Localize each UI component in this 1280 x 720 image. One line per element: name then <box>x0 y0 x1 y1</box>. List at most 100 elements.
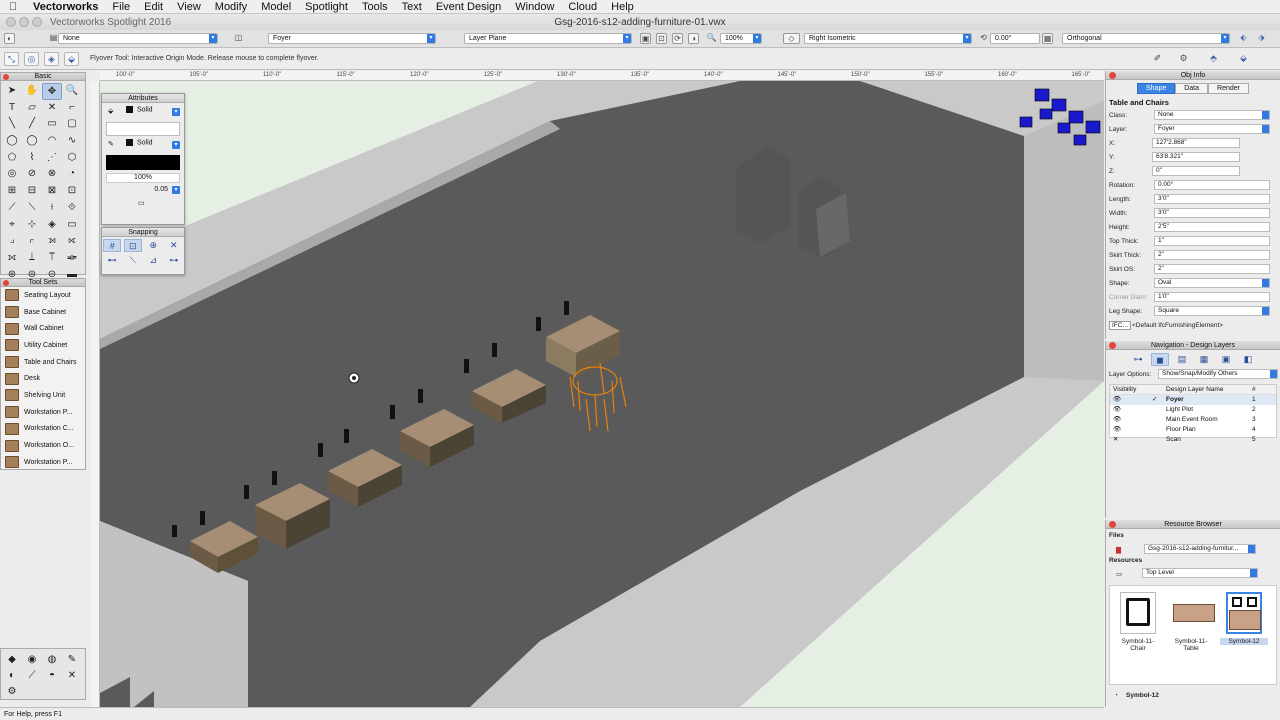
bottom-tool-icon[interactable]: ◓ <box>42 668 62 684</box>
basic-tool-icon[interactable]: ⟖ <box>62 233 82 250</box>
layer-row[interactable]: ✕ Scan 5 <box>1110 435 1276 445</box>
snap-object-icon[interactable]: ⊡ <box>123 239 142 252</box>
basic-tool-icon[interactable]: 🔍 <box>62 83 82 100</box>
bottom-tool-icon[interactable]: ⚙ <box>2 684 22 700</box>
basic-tool-icon[interactable]: ⟍ <box>22 200 42 217</box>
folder-icon[interactable]: ▭ <box>1116 570 1122 578</box>
snap-working-plane-icon[interactable]: ⊶ <box>165 254 183 267</box>
zoom-icon[interactable]: 🔍 <box>706 33 717 44</box>
snap-distance-icon[interactable]: ⊷ <box>103 254 121 267</box>
bottom-tool-icon[interactable]: ◉ <box>22 652 42 668</box>
visibility-eye-icon[interactable]: 👁 <box>1113 395 1121 405</box>
chevron-down-icon[interactable]: ▾ <box>172 108 180 116</box>
basic-tool-icon[interactable]: T <box>2 100 22 117</box>
tab-shape[interactable]: Shape <box>1136 83 1176 94</box>
drawing-canvas[interactable] <box>100 81 1104 707</box>
bottom-tool-icon[interactable]: ◍ <box>42 652 62 668</box>
ifc-button[interactable]: IFC... <box>1109 321 1131 330</box>
layer-row[interactable]: 👁 Main Event Room 3 <box>1110 415 1276 425</box>
layers-icon[interactable]: ⬖ <box>1238 33 1249 44</box>
bottom-tool-icon[interactable]: ✎ <box>62 652 82 668</box>
obj-info-value-field[interactable]: Oval <box>1154 278 1270 288</box>
basic-tool-icon[interactable]: ⌐ <box>62 100 82 117</box>
class-select[interactable]: None ▾ <box>58 33 218 44</box>
tool-set-item[interactable]: Workstation P... <box>1 454 85 471</box>
obj-info-value-field[interactable]: 63'8.321" <box>1152 152 1240 162</box>
basic-tool-icon[interactable]: ⬡ <box>62 150 82 167</box>
obj-info-value-field[interactable]: Foyer <box>1154 124 1270 134</box>
obj-info-value-field[interactable]: 2" <box>1154 250 1270 260</box>
menu-view[interactable]: View <box>170 1 208 13</box>
basic-tool-icon[interactable]: ◠ <box>42 133 62 150</box>
obj-info-value-field[interactable]: Square <box>1154 306 1270 316</box>
basic-tool-icon[interactable]: ⋰ <box>42 150 62 167</box>
basic-tool-icon[interactable]: ⟕ <box>42 233 62 250</box>
projection-select[interactable]: Orthogonal ▾ <box>1062 33 1230 44</box>
menu-model[interactable]: Model <box>254 1 298 13</box>
projection-icon[interactable]: ▦ <box>1042 33 1053 44</box>
menu-file[interactable]: File <box>105 1 137 13</box>
basic-tool-icon[interactable]: ◯ <box>2 133 22 150</box>
basic-tool-icon[interactable]: ⟚ <box>62 250 82 267</box>
basic-tool-icon[interactable]: ⟓ <box>2 233 22 250</box>
opacity-field[interactable]: 100% <box>106 173 180 183</box>
basic-tool-icon[interactable]: ⊘ <box>22 166 42 183</box>
obj-info-value-field[interactable]: 3'0" <box>1154 208 1270 218</box>
eyedropper-icon[interactable]: ✐ <box>1150 52 1165 66</box>
tool-set-item[interactable]: Workstation C... <box>1 421 85 438</box>
snap-grid-icon[interactable]: # <box>103 239 122 252</box>
view-select[interactable]: Right Isometric ▾ <box>804 33 972 44</box>
plane-select[interactable]: Layer Plane ▾ <box>464 33 632 44</box>
basic-tool-icon[interactable]: ▢ <box>62 116 82 133</box>
close-icon[interactable] <box>1109 521 1116 528</box>
folder-select[interactable]: Top Level <box>1142 568 1258 578</box>
basic-tool-icon[interactable]: ▭ <box>42 116 62 133</box>
basic-tool-icon[interactable]: ✥ <box>42 83 62 100</box>
basic-tool-icon[interactable]: ◔ <box>62 166 82 183</box>
nav-viewports-icon[interactable]: ▦ <box>1195 353 1213 366</box>
file-select[interactable]: Gsg-2016-s12-adding-furnitur... <box>1144 544 1256 554</box>
close-icon[interactable] <box>1109 72 1116 79</box>
mode-rotate-icon[interactable]: ⬙ <box>64 52 79 66</box>
rotation-field[interactable]: 0.00° <box>990 33 1040 44</box>
snap-angle-icon[interactable]: ⊕ <box>144 239 162 252</box>
apple-menu-icon[interactable]:  <box>0 1 26 13</box>
basic-tool-icon[interactable]: ⟐ <box>62 200 82 217</box>
tool-set-item[interactable]: Desk <box>1 370 85 387</box>
nav-saved-views-icon[interactable]: ▣ <box>1217 353 1235 366</box>
menu-event-design[interactable]: Event Design <box>429 1 508 13</box>
snap-intersection-icon[interactable]: ✕ <box>165 239 183 252</box>
visibility-eye-icon[interactable]: ✕ <box>1113 435 1118 445</box>
bottom-tool-icon[interactable]: ◐ <box>2 668 22 684</box>
render-icon[interactable]: ◑ <box>688 33 699 44</box>
basic-tool-icon[interactable]: ⊹ <box>22 217 42 234</box>
visibility-eye-icon[interactable]: 👁 <box>1113 405 1121 415</box>
layers-stack-icon[interactable]: ⬙ <box>1236 52 1251 66</box>
tool-set-item[interactable]: Wall Cabinet <box>1 320 85 337</box>
bottom-tool-icon[interactable]: ✕ <box>62 668 82 684</box>
basic-tool-icon[interactable]: ⟗ <box>2 250 22 267</box>
tool-set-item[interactable]: Base Cabinet <box>1 304 85 321</box>
nav-design-layers-icon[interactable]: ◼ <box>1151 353 1169 366</box>
bottom-tool-icon[interactable]: ⟋ <box>22 668 42 684</box>
tool-set-item[interactable]: Seating Layout <box>1 287 85 304</box>
obj-info-value-field[interactable]: 2" <box>1154 264 1270 274</box>
isometric-scene[interactable] <box>100 81 1104 707</box>
basic-tool-icon[interactable]: ◯ <box>22 133 42 150</box>
refresh-view-icon[interactable]: ⟳ <box>672 33 683 44</box>
tool-set-item[interactable]: Shelving Unit <box>1 387 85 404</box>
mode-flyover-icon[interactable]: ◈ <box>44 52 59 66</box>
pen-color-swatch[interactable] <box>126 139 133 146</box>
nav-references-icon[interactable]: ◧ <box>1239 353 1257 366</box>
layer-row[interactable]: 👁 Light Plot 2 <box>1110 405 1276 415</box>
close-icon[interactable] <box>1109 342 1116 349</box>
basic-tool-icon[interactable]: ⊠ <box>42 183 62 200</box>
basic-tool-icon[interactable]: ⊟ <box>22 183 42 200</box>
symbol-chair[interactable]: Symbol-11- Chair <box>1114 592 1162 652</box>
menu-app[interactable]: Vectorworks <box>26 1 105 13</box>
tool-set-item[interactable]: Workstation P... <box>1 404 85 421</box>
mode-interactive-origin-icon[interactable]: ◎ <box>24 52 39 66</box>
menu-tools[interactable]: Tools <box>355 1 395 13</box>
obj-info-value-field[interactable]: 1" <box>1154 236 1270 246</box>
basic-tool-icon[interactable]: ⬠ <box>2 150 22 167</box>
